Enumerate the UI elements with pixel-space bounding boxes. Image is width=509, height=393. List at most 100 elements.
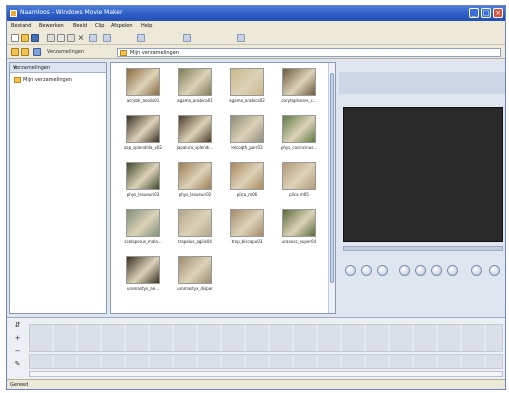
clip-image [126,68,160,96]
menu-bewerken[interactable]: Bewerken [39,23,64,29]
seek-bar[interactable] [343,246,503,251]
clip-thumbnail[interactable]: phys_lesueuri03 [117,162,169,204]
clip-thumbnail[interactable]: phys_cocincinus... [273,115,325,157]
clip-thumbnail[interactable]: corytophanes_c... [273,68,325,110]
movie-maker-window: Naamloos - Windows Movie Maker _ □ × Bes… [6,5,506,390]
tree-item-label: Mijn verzamelingen [23,77,72,83]
clip-name: sceloporus_mala... [124,239,162,244]
new-project-icon[interactable] [11,34,19,42]
clip-name: uromastyx_ae... [127,286,159,291]
clip-name: phys_lesueuri02 [178,192,212,197]
clip-image [230,162,264,190]
close-pane-icon[interactable]: × [13,65,104,71]
standard-toolbar: × [7,31,505,45]
clip-thumbnail[interactable]: agama_arabica01 [169,68,221,110]
menu-help[interactable]: Help [141,23,152,29]
undo-icon[interactable] [89,34,97,42]
clip-thumbnail[interactable]: trapelus_agilis04 [169,209,221,251]
clip-image [178,68,212,96]
folder-icon [120,50,127,56]
clip-name: phys_lesueuri03 [126,192,160,197]
clip-image [230,68,264,96]
clip-thumbnail[interactable]: sceloporus_mala... [117,209,169,251]
menu-bestand[interactable]: Bestand [11,23,31,29]
clip-name: phys_cocincinus... [280,145,318,150]
collection-dropdown[interactable]: Mijn verzamelingen [117,48,501,57]
title-bar[interactable]: Naamloos - Windows Movie Maker _ □ × [7,6,505,21]
options-icon[interactable] [237,34,245,42]
folder-icon [14,77,21,83]
clip-thumbnail[interactable]: plica_m06 [221,162,273,204]
audio-track[interactable] [29,354,503,369]
clip-name: uranosc_super04 [281,239,317,244]
stop-button[interactable] [361,265,372,276]
clip-thumbnail[interactable]: uranosc_super04 [273,209,325,251]
clip-name: plica_m06 [236,192,258,197]
clip-thumbnail[interactable]: japalura_splendi... [169,115,221,157]
timeline-scrollbar[interactable] [29,371,503,377]
maximize-button[interactable]: □ [481,8,491,18]
scrollbar-thumb[interactable] [330,73,334,283]
redo-icon[interactable] [103,34,111,42]
clip-thumbnail[interactable]: agama_arabica02 [221,68,273,110]
clip-name: trapelus_agilis04 [178,239,212,244]
window-title: Naamloos - Windows Movie Maker [20,9,123,16]
storyboard-toggle-icon[interactable]: ⇵ [13,321,22,330]
timeline-panel: ⇵ + − ✎ [7,317,505,379]
minimize-button[interactable]: _ [469,8,479,18]
tasks-icon[interactable] [137,34,145,42]
clip-thumbnail[interactable]: trop_biscapu03 [221,209,273,251]
snapshot-button[interactable] [489,265,500,276]
collection-dropdown-value: Mijn verzamelingen [130,50,179,56]
collections-icon[interactable] [183,34,191,42]
up-folder-icon[interactable] [11,48,19,56]
collections-pane: Verzamelingen × Mijn verzamelingen [9,62,107,314]
clip-grid-scrollbar[interactable] [328,63,335,313]
forward-button[interactable] [431,265,442,276]
clip-thumbnail[interactable]: uromastyx_dispar [169,256,221,298]
narrate-icon[interactable]: ✎ [13,360,22,369]
status-text: Gereed [10,382,29,388]
new-folder-icon[interactable] [21,48,29,56]
clip-thumbnail[interactable]: plica m05 [273,162,325,204]
play-button[interactable] [345,265,356,276]
save-project-icon[interactable] [31,34,39,42]
menu-bar: Bestand Bewerken Beeld Clip Afspelen Hel… [7,21,505,31]
clip-image [282,162,316,190]
preview-header [339,72,505,94]
clip-name: uromastyx_dispar [177,286,213,291]
clip-thumbnail[interactable]: phys_lesueuri02 [169,162,221,204]
paste-icon[interactable] [67,34,75,42]
clip-thumbnail[interactable]: zap_splendida_x02 [117,115,169,157]
close-button[interactable]: × [493,8,503,18]
menu-afspelen[interactable]: Afspelen [111,23,133,29]
clip-image [126,209,160,237]
clip-thumbnail[interactable]: uromastyx_ae... [117,256,169,298]
menu-beeld[interactable]: Beeld [73,23,87,29]
clip-thumbnail[interactable]: acrybh_anolis01 [117,68,169,110]
zoom-in-icon[interactable]: + [13,334,22,343]
preview-pane [339,62,505,314]
clip-name: plica m05 [289,192,309,197]
clip-image [126,256,160,284]
previous-frame-button[interactable] [377,265,388,276]
rewind-button[interactable] [399,265,410,276]
collections-pane-header: Verzamelingen × [10,63,106,73]
views-icon[interactable] [33,48,41,56]
clip-image [178,162,212,190]
open-project-icon[interactable] [21,34,29,42]
zoom-out-icon[interactable]: − [13,347,22,356]
fast-forward-button[interactable] [447,265,458,276]
video-track[interactable] [29,324,503,352]
clip-name: zap_splendida_x02 [124,145,162,150]
clip-image [178,209,212,237]
copy-icon[interactable] [57,34,65,42]
cut-icon[interactable] [47,34,55,42]
menu-clip[interactable]: Clip [95,23,104,29]
back-button[interactable] [415,265,426,276]
delete-icon[interactable]: × [77,34,85,42]
app-icon [10,10,17,17]
split-clip-button[interactable] [471,265,482,276]
clip-name: corytophanes_c... [281,98,317,103]
clip-thumbnail[interactable]: lelcoqth_parr03 [221,115,273,157]
